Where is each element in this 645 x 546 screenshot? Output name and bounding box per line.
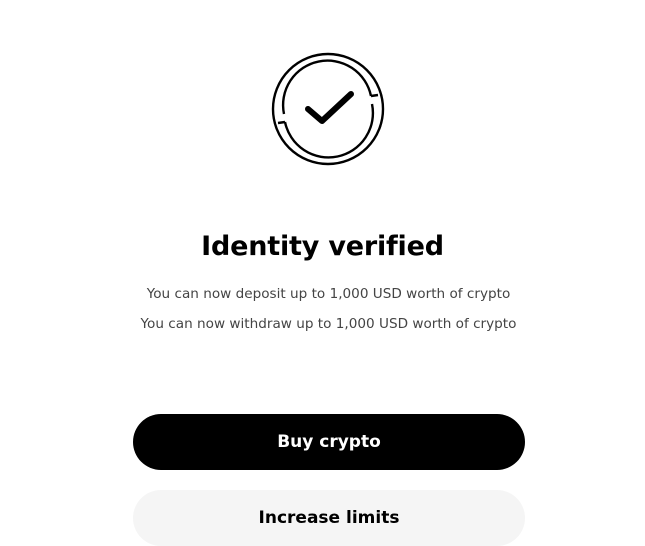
buy-crypto-button-label: Buy crypto — [277, 432, 381, 452]
page-title: Identity verified — [201, 231, 444, 262]
buy-crypto-button[interactable]: Buy crypto — [133, 414, 525, 470]
withdraw-limit-text: You can now withdraw up to 1,000 USD wor… — [140, 316, 517, 332]
deposit-limit-text: You can now deposit up to 1,000 USD wort… — [146, 286, 511, 302]
increase-limits-button[interactable]: Increase limits — [133, 490, 525, 546]
increase-limits-button-label: Increase limits — [258, 508, 400, 528]
check-circle-icon — [271, 52, 385, 166]
